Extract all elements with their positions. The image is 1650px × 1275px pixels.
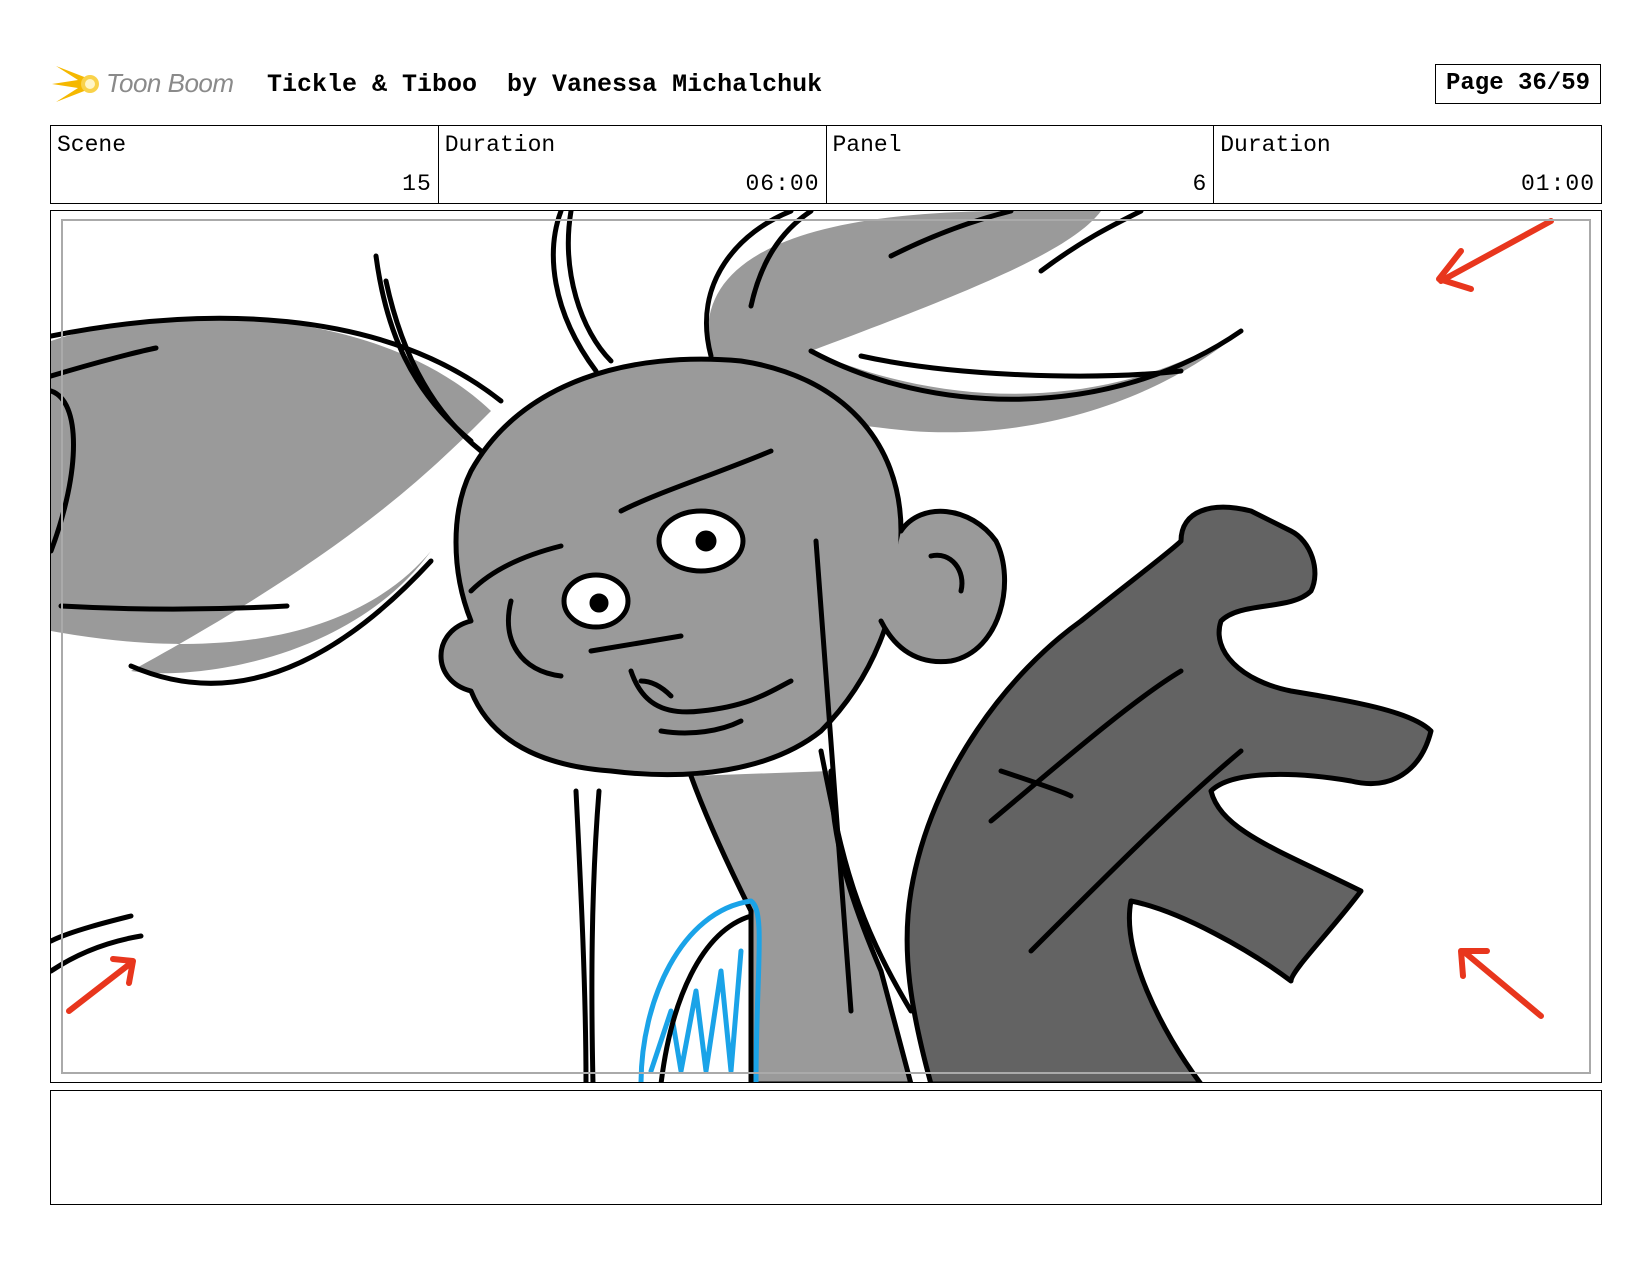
panel-value: 6 — [1192, 171, 1208, 197]
arrow-bottom-right — [1458, 948, 1544, 1019]
logo-text: Toon Boom — [106, 68, 234, 98]
panel-notes[interactable] — [50, 1090, 1602, 1205]
scene-duration-cell: Duration 06:00 — [439, 126, 827, 203]
scene-value: 15 — [402, 171, 432, 197]
scene-duration-label: Duration — [444, 132, 556, 158]
left-pigtail — [51, 317, 491, 674]
starburst-icon — [52, 66, 99, 102]
panel-duration-value: 01:00 — [1520, 171, 1595, 197]
scene-label: Scene — [57, 132, 127, 158]
info-row: Scene 15 Duration 06:00 Panel 6 Duration… — [50, 125, 1602, 204]
panel-label: Panel — [832, 132, 902, 158]
panel-image-frame — [50, 210, 1602, 1083]
blue-scribble — [638, 898, 762, 1082]
arrow-bottom-left — [66, 956, 136, 1014]
toon-boom-logo: Toon Boom — [52, 58, 252, 110]
scene-cell: Scene 15 — [51, 126, 439, 203]
scene-duration-value: 06:00 — [745, 171, 820, 197]
storyboard-title: Tickle & Tiboo by Vanessa Michalchuk — [267, 70, 823, 99]
page-indicator: Page 36/59 — [1435, 64, 1601, 104]
panel-duration-label: Duration — [1220, 132, 1331, 158]
panel-cell: Panel 6 — [827, 126, 1215, 203]
character-sketch — [51, 211, 1554, 1082]
neck — [688, 768, 914, 1082]
arrow-top-right — [1436, 218, 1554, 292]
panel-duration-cell: Duration 01:00 — [1214, 126, 1601, 203]
storyboard-header: Toon Boom Tickle & Tiboo by Vanessa Mich… — [52, 56, 1612, 112]
